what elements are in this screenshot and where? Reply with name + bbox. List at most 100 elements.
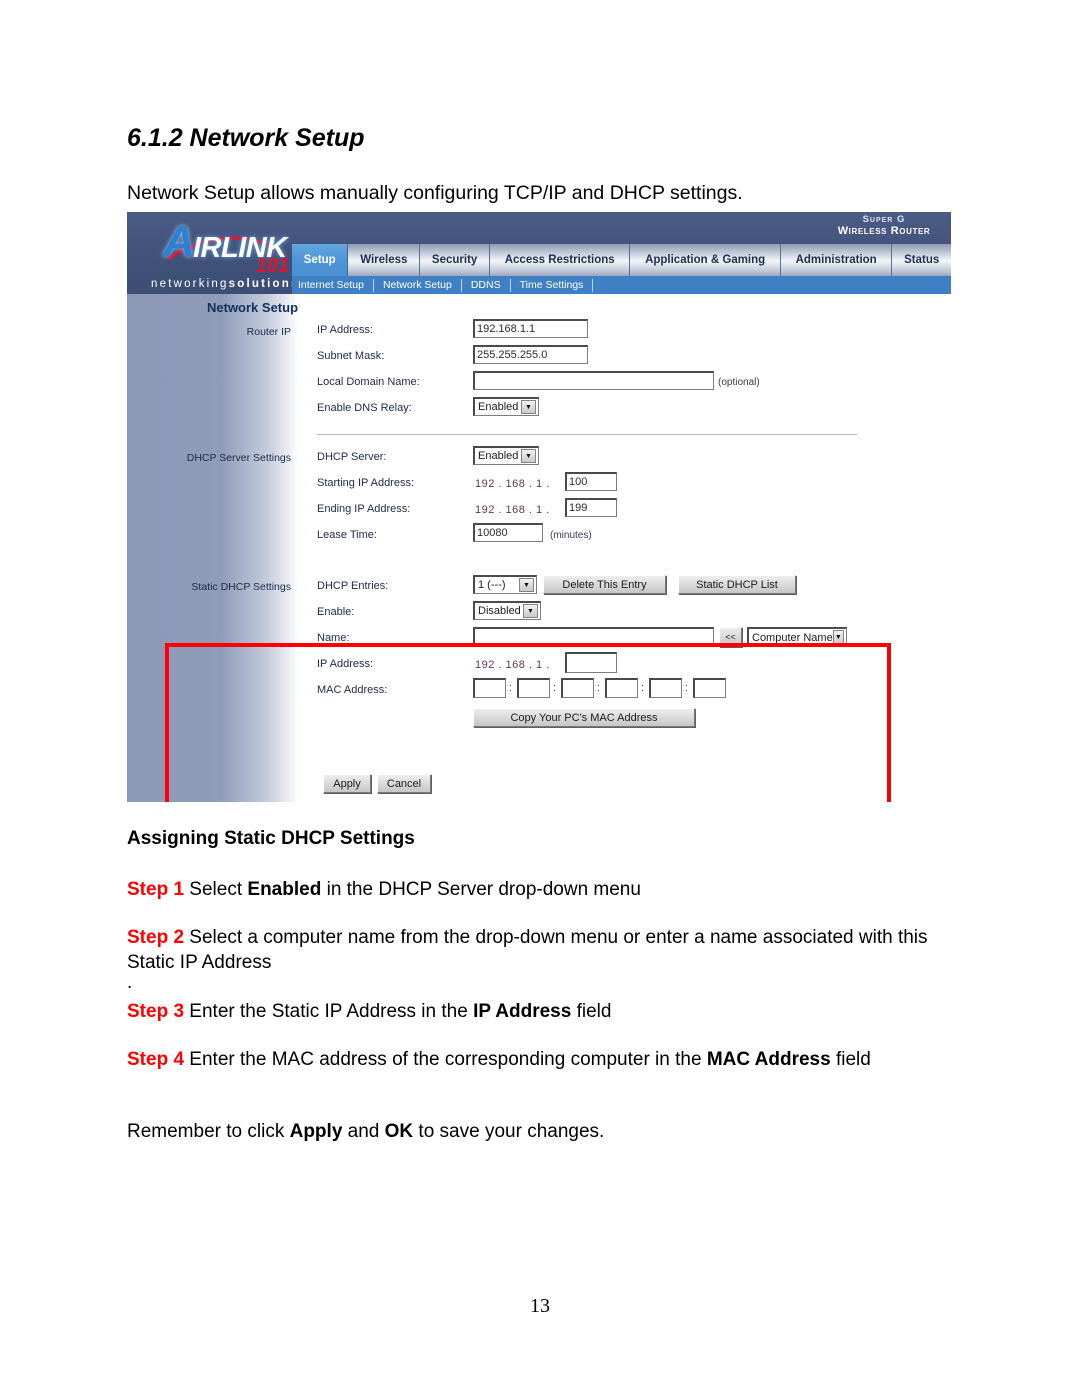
step-3-number: Step 3 (127, 1001, 185, 1022)
step-1-number: Step 1 (127, 879, 185, 900)
chevron-down-icon: ▼ (832, 630, 844, 645)
main-tab-bar: Setup Wireless Security Access Restricti… (292, 244, 951, 276)
label-starting-ip-address: Starting IP Address: (317, 477, 415, 489)
input-router-ip-address[interactable]: 192.168.1.1 (473, 319, 588, 338)
select-dhcp-entries[interactable]: 1 (---) ▼ (473, 575, 537, 594)
step-4-number: Step 4 (127, 1049, 185, 1070)
input-static-ip-last-octet[interactable] (565, 652, 617, 673)
select-dhcp-server[interactable]: Enabled ▼ (473, 446, 539, 465)
label-lease-time: Lease Time: (317, 529, 377, 541)
input-mac-octet-3[interactable] (561, 678, 594, 698)
intro-paragraph: Network Setup allows manually configurin… (127, 182, 743, 204)
manual-page: 6.1.2 Network Setup Network Setup allows… (0, 0, 1080, 1397)
router-banner: A IRLINK 101 networkingsolutions Super G… (127, 212, 951, 294)
subtab-network-setup[interactable]: Network Setup (374, 278, 462, 292)
page-number: 13 (530, 1295, 550, 1317)
label-static-ip-address: IP Address: (317, 658, 374, 670)
ending-ip-prefix: 192 . 168 . 1 . (475, 504, 550, 516)
router-ui-screenshot: A IRLINK 101 networkingsolutions Super G… (127, 212, 951, 802)
input-mac-octet-6[interactable] (693, 678, 726, 698)
select-enable-dns-relay[interactable]: Enabled ▼ (473, 397, 539, 416)
input-ending-ip-last-octet[interactable]: 199 (565, 498, 617, 517)
step-3-paragraph: Step 3 Enter the Static IP Address in th… (127, 999, 955, 1024)
static-dhcp-list-button[interactable]: Static DHCP List (678, 575, 796, 594)
chevron-down-icon: ▼ (521, 449, 536, 463)
chevron-down-icon: ▼ (521, 400, 536, 414)
closing-text-post: to save your changes. (413, 1121, 605, 1142)
step-1-text-b: in the DHCP Server drop-down menu (321, 879, 641, 900)
subtab-time-settings[interactable]: Time Settings (511, 278, 594, 292)
chevron-down-icon: ▼ (519, 578, 534, 592)
page-title: 6.1.2 Network Setup (127, 124, 365, 152)
closing-text-mid: and (342, 1121, 385, 1142)
mac-separator-3: : (597, 682, 601, 694)
tagline-bold: solutions (228, 278, 300, 290)
note-local-domain-optional: (optional) (718, 377, 760, 388)
step-3-text-b: field (571, 1001, 612, 1022)
step-4-paragraph: Step 4 Enter the MAC address of the corr… (127, 1047, 955, 1072)
apply-button[interactable]: Apply (323, 774, 371, 793)
section-divider (317, 434, 857, 435)
step-2-text: Select a computer name from the drop-dow… (127, 927, 928, 973)
input-mac-octet-5[interactable] (649, 678, 682, 698)
subtab-internet-setup[interactable]: Internet Setup (292, 278, 374, 292)
closing-text-pre: Remember to click (127, 1121, 290, 1142)
input-name[interactable] (473, 627, 714, 647)
select-dhcp-entries-value: 1 (---) (478, 579, 506, 591)
tab-access-restrictions[interactable]: Access Restrictions (490, 244, 631, 276)
copy-pc-mac-address-button[interactable]: Copy Your PC's MAC Address (473, 708, 695, 727)
subtab-ddns[interactable]: DDNS (462, 278, 511, 292)
starting-ip-prefix: 192 . 168 . 1 . (475, 478, 550, 490)
label-enable-dns-relay: Enable DNS Relay: (317, 402, 412, 414)
step-4-text-bold: MAC Address (706, 1049, 831, 1070)
input-local-domain-name[interactable] (473, 371, 714, 390)
tab-application-gaming[interactable]: Application & Gaming (630, 244, 781, 276)
step-1-text-a: Select (184, 879, 248, 900)
stray-period: . (127, 972, 133, 993)
select-enable[interactable]: Disabled ▼ (473, 601, 541, 620)
badge-line-1: Super G (862, 214, 906, 225)
delete-this-entry-button[interactable]: Delete This Entry (543, 575, 666, 594)
step-2-paragraph: Step 2 Select a computer name from the d… (127, 925, 955, 975)
input-lease-time[interactable]: 10080 (473, 523, 543, 542)
label-local-domain-name: Local Domain Name: (317, 376, 420, 388)
label-mac-address: MAC Address: (317, 684, 388, 696)
static-ip-prefix: 192 . 168 . 1 . (475, 659, 550, 671)
tab-wireless[interactable]: Wireless (348, 244, 421, 276)
step-3-text-bold: IP Address (473, 1001, 572, 1022)
mac-separator-4: : (641, 682, 645, 694)
select-dns-relay-value: Enabled (478, 401, 519, 413)
tab-setup[interactable]: Setup (292, 244, 349, 276)
step-4-text-a: Enter the MAC address of the correspondi… (184, 1049, 707, 1070)
input-subnet-mask[interactable]: 255.255.255.0 (473, 345, 588, 364)
cancel-button[interactable]: Cancel (377, 774, 431, 793)
label-enable: Enable: (317, 606, 355, 618)
label-ip-address: IP Address: (317, 324, 374, 336)
step-1-text-bold: Enabled (247, 879, 322, 900)
step-3-text-a: Enter the Static IP Address in the (184, 1001, 474, 1022)
router-page-body: Network Setup Router IP IP Address: 192.… (127, 294, 951, 802)
tab-security[interactable]: Security (420, 244, 491, 276)
tagline-light: networking (151, 278, 229, 290)
select-computer-name-value: Computer Name (752, 631, 833, 644)
input-mac-octet-4[interactable] (605, 678, 638, 698)
closing-bold-apply: Apply (289, 1121, 343, 1142)
insert-computer-name-button[interactable]: << (719, 627, 742, 647)
label-dhcp-server: DHCP Server: (317, 451, 387, 463)
section-label-static-dhcp: Static DHCP Settings (191, 581, 291, 593)
mac-separator-1: : (509, 682, 513, 694)
closing-paragraph: Remember to click Apply and OK to save y… (127, 1119, 955, 1144)
mac-separator-2: : (553, 682, 557, 694)
input-mac-octet-1[interactable] (473, 678, 506, 698)
tab-status[interactable]: Status (892, 244, 951, 276)
label-subnet-mask: Subnet Mask: (317, 350, 385, 362)
input-mac-octet-2[interactable] (517, 678, 550, 698)
label-ending-ip-address: Ending IP Address: (317, 503, 411, 515)
label-dhcp-entries: DHCP Entries: (317, 580, 389, 592)
input-starting-ip-last-octet[interactable]: 100 (565, 472, 617, 491)
tab-administration[interactable]: Administration (780, 244, 893, 276)
mac-separator-5: : (685, 682, 689, 694)
logo-letter-a: A (163, 217, 195, 266)
select-computer-name[interactable]: Computer Name ▼ (747, 627, 847, 647)
logo-number: 101 (256, 255, 290, 277)
